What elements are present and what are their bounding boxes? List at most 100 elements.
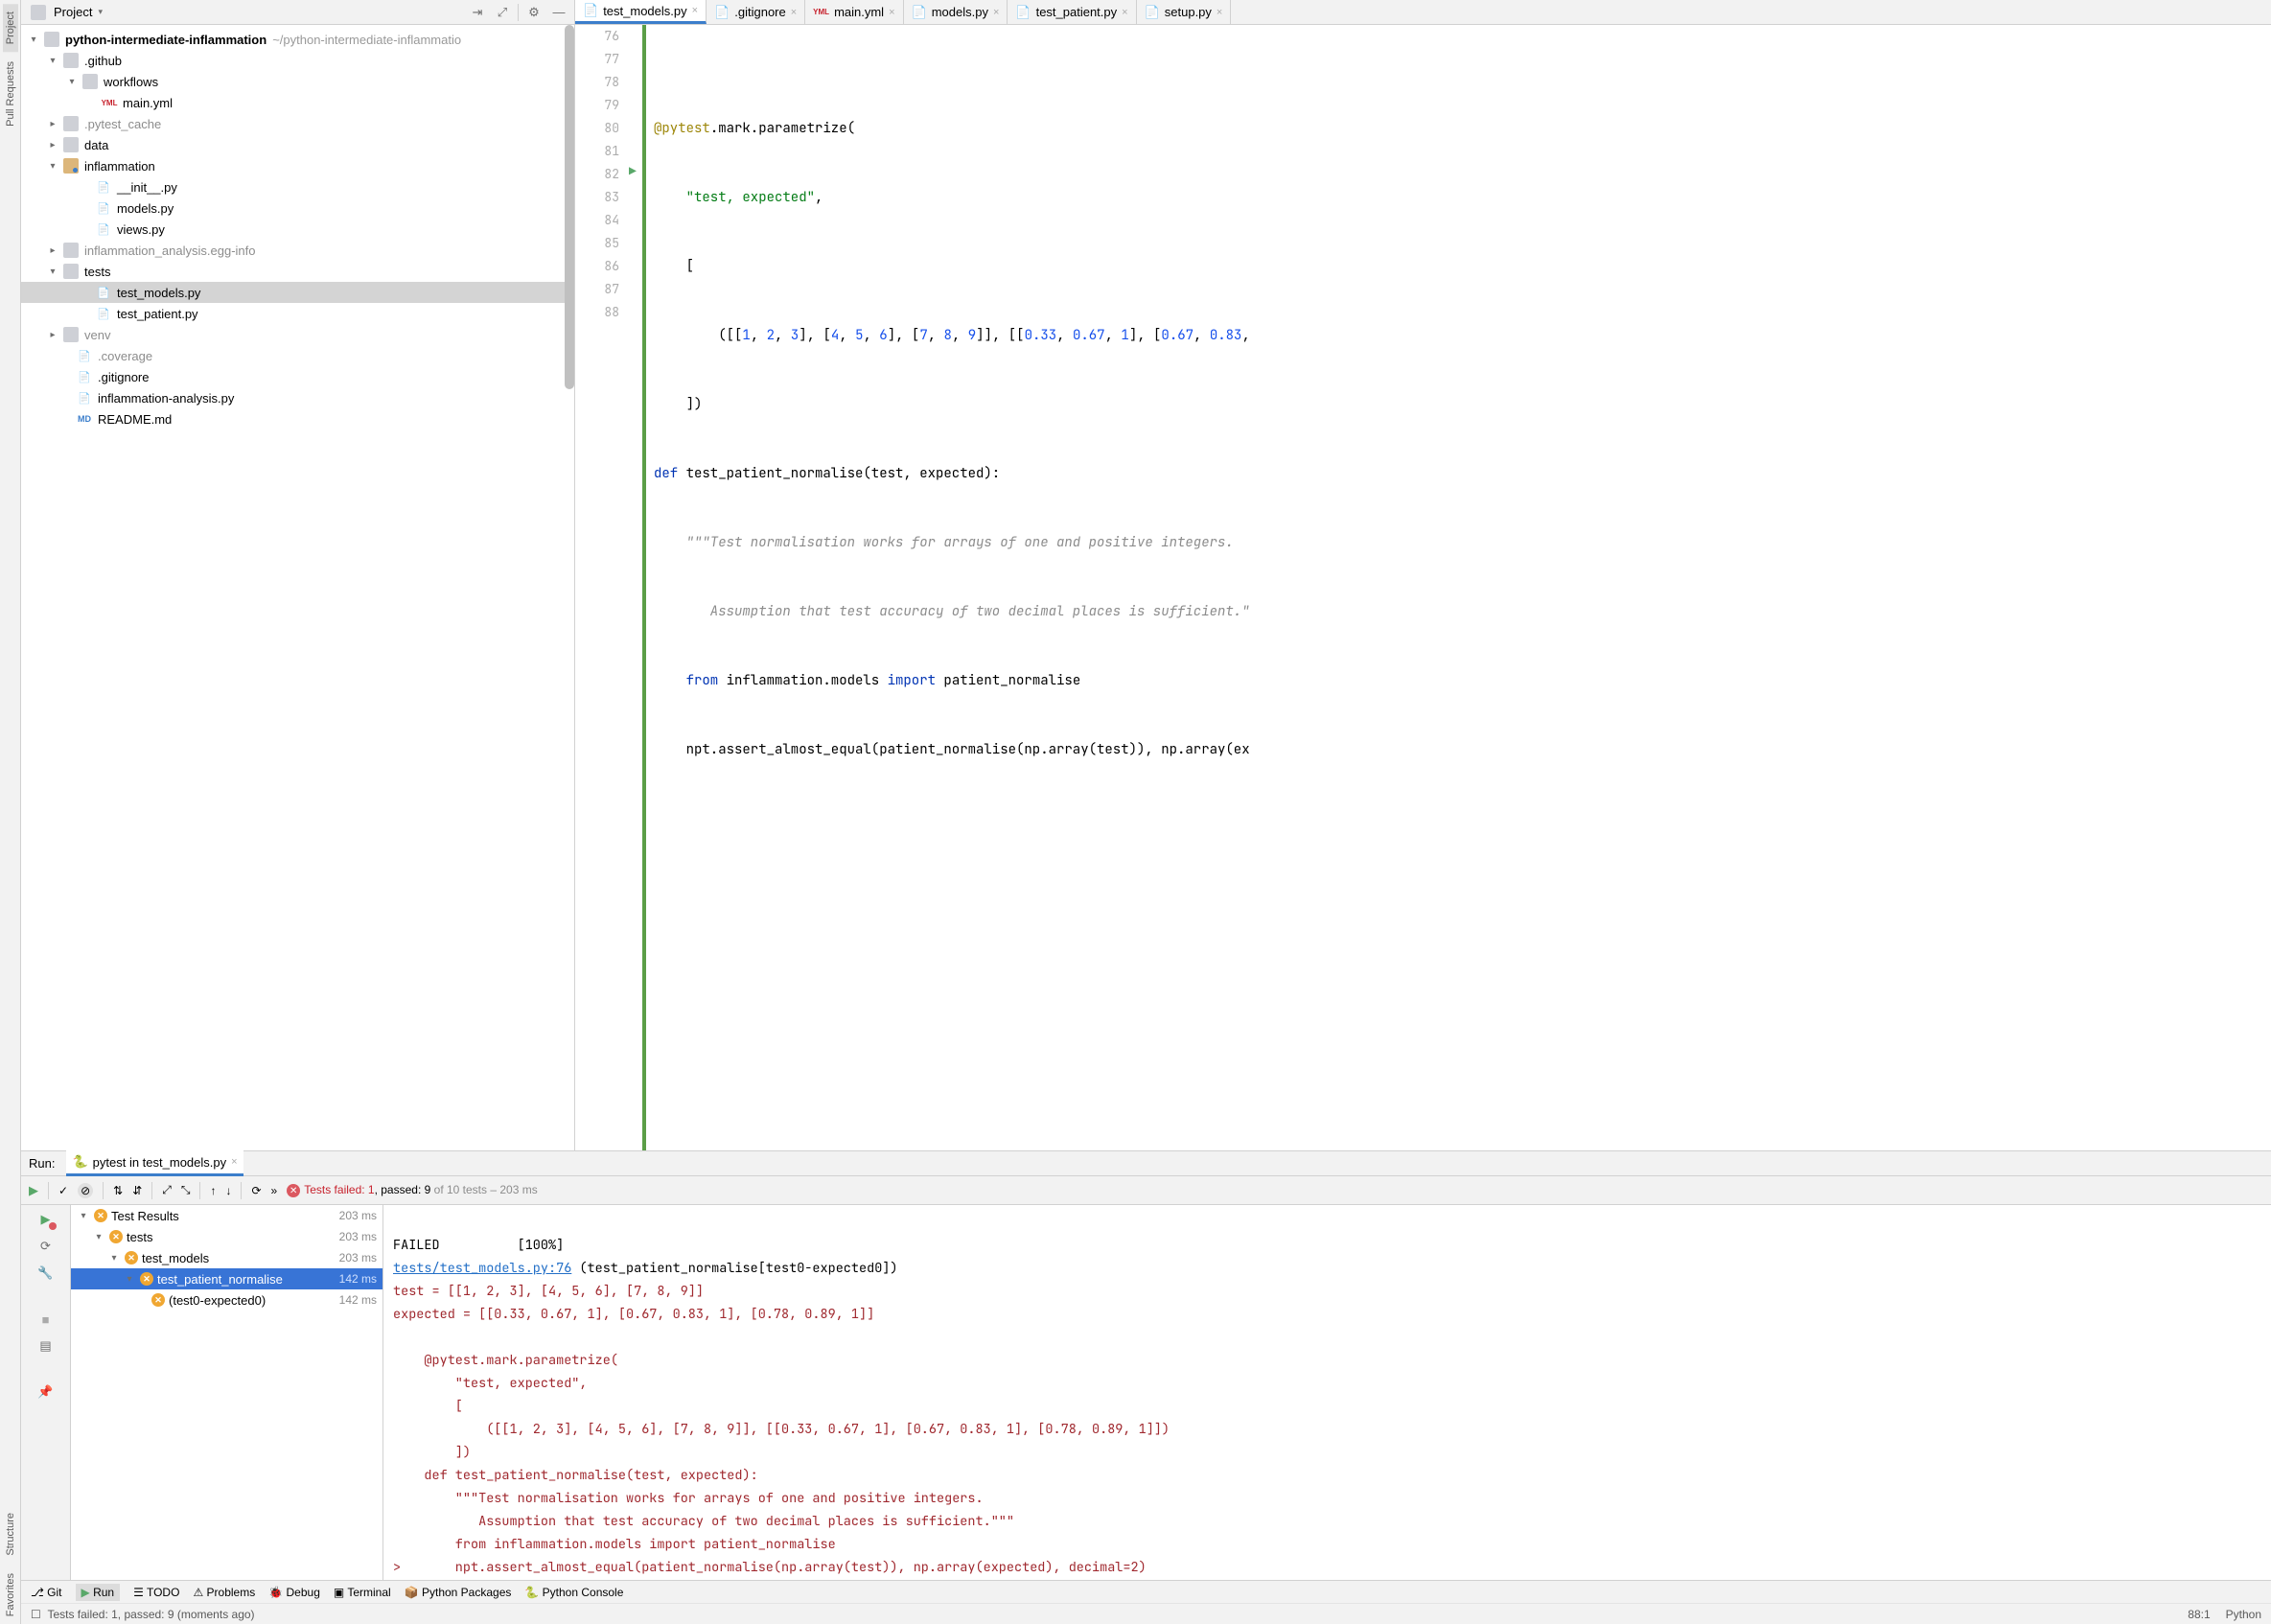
fail-status-icon: ✕ bbox=[94, 1209, 107, 1222]
tree-item[interactable]: 📄.gitignore bbox=[21, 366, 574, 387]
rerun-icon[interactable]: ▶ bbox=[29, 1183, 38, 1198]
project-icon bbox=[31, 5, 46, 20]
close-icon[interactable]: × bbox=[791, 7, 797, 18]
tree-item[interactable]: MDREADME.md bbox=[21, 408, 574, 429]
tree-item[interactable]: 📄models.py bbox=[21, 197, 574, 219]
editor-tab-test-models[interactable]: 📄test_models.py× bbox=[575, 0, 707, 24]
next-fail-icon[interactable]: ↓ bbox=[225, 1184, 231, 1197]
tree-item[interactable]: 📄test_patient.py bbox=[21, 303, 574, 324]
python-file-icon: 📄 bbox=[583, 3, 598, 18]
layout-icon[interactable]: ▤ bbox=[37, 1337, 55, 1355]
gutter-pull-requests[interactable]: Pull Requests bbox=[3, 54, 18, 134]
tree-item[interactable]: ▾.github bbox=[21, 50, 574, 71]
tree-item[interactable]: ▸venv bbox=[21, 324, 574, 345]
tree-item[interactable]: 📄.coverage bbox=[21, 345, 574, 366]
tree-item[interactable]: ▾inflammation bbox=[21, 155, 574, 176]
tree-item[interactable]: YMLmain.yml bbox=[21, 92, 574, 113]
python-file-icon: 📄 bbox=[77, 390, 92, 406]
stop-icon[interactable]: ■ bbox=[37, 1311, 55, 1328]
folder-icon bbox=[82, 74, 98, 89]
folder-icon bbox=[63, 243, 79, 258]
terminal-tool-button[interactable]: ▣ Terminal bbox=[334, 1586, 391, 1599]
scrollbar-thumb[interactable] bbox=[565, 25, 574, 389]
pytest-icon: 🐍 bbox=[72, 1154, 87, 1170]
python-file-icon: 📄 bbox=[912, 5, 927, 20]
file-lang[interactable]: Python bbox=[2226, 1608, 2261, 1621]
code-editor[interactable]: 76777879808182838485868788 ▶ @pytest.mar… bbox=[575, 25, 2271, 1150]
close-icon[interactable]: × bbox=[1217, 7, 1222, 18]
test-tree-item[interactable]: ▾✕test_models203 ms bbox=[71, 1247, 382, 1268]
python-file-icon: 📄 bbox=[96, 179, 111, 195]
debug-tool-button[interactable]: 🐞 Debug bbox=[268, 1586, 320, 1599]
close-icon[interactable]: × bbox=[231, 1156, 237, 1168]
prev-fail-icon[interactable]: ↑ bbox=[210, 1184, 216, 1197]
python-packages-tool-button[interactable]: 📦 Python Packages bbox=[405, 1586, 512, 1599]
caret-position[interactable]: 88:1 bbox=[2188, 1608, 2210, 1621]
test-console-output[interactable]: FAILED [100%] tests/test_models.py:76 (t… bbox=[383, 1205, 2271, 1580]
pin-icon[interactable]: 📌 bbox=[37, 1383, 55, 1401]
more-icon[interactable]: » bbox=[271, 1184, 278, 1197]
git-tool-button[interactable]: ⎇ Git bbox=[31, 1586, 62, 1599]
todo-tool-button[interactable]: ☰ TODO bbox=[133, 1586, 179, 1599]
expand-all-icon[interactable]: ⤢ bbox=[493, 3, 512, 22]
test-tree-item-selected[interactable]: ▾✕test_patient_normalise142 ms bbox=[71, 1268, 382, 1289]
tree-item[interactable]: ▸inflammation_analysis.egg-info bbox=[21, 240, 574, 261]
tree-item[interactable]: ▾workflows bbox=[21, 71, 574, 92]
test-result-tree[interactable]: ▾✕Test Results203 ms ▾✕tests203 ms ▾✕tes… bbox=[71, 1205, 383, 1580]
editor-tab-test-patient[interactable]: 📄test_patient.py× bbox=[1008, 0, 1136, 24]
markdown-icon: MD bbox=[77, 411, 92, 427]
select-opened-file-icon[interactable]: ⇥ bbox=[468, 3, 487, 22]
tree-item-selected[interactable]: 📄test_models.py bbox=[21, 282, 574, 303]
show-passed-icon[interactable]: ✓ bbox=[58, 1184, 68, 1197]
file-icon: 📄 bbox=[77, 369, 92, 384]
expand-icon[interactable]: ⤢ bbox=[162, 1183, 172, 1197]
gutter-project[interactable]: Project bbox=[3, 4, 18, 52]
tree-item[interactable]: 📄__init__.py bbox=[21, 176, 574, 197]
gutter-favorites[interactable]: Favorites bbox=[3, 1566, 18, 1624]
run-line-marker-icon[interactable]: ▶ bbox=[629, 163, 637, 179]
toggle-auto-icon[interactable]: ⟳ bbox=[37, 1238, 55, 1255]
wrench-icon[interactable]: 🔧 bbox=[37, 1264, 55, 1282]
project-header: Project ▾ ⇥ ⤢ ⚙ — bbox=[21, 0, 574, 25]
editor-tab-setup[interactable]: 📄setup.py× bbox=[1137, 0, 1232, 24]
tree-root[interactable]: ▾python-intermediate-inflammation~/pytho… bbox=[21, 29, 574, 50]
hide-panel-icon[interactable]: — bbox=[549, 3, 568, 22]
settings-gear-icon[interactable]: ⚙ bbox=[524, 3, 544, 22]
show-ignored-icon[interactable]: ⊘ bbox=[78, 1183, 93, 1198]
tree-item[interactable]: ▸.pytest_cache bbox=[21, 113, 574, 134]
sort-icon[interactable]: ⇅ bbox=[113, 1184, 123, 1197]
folder-icon bbox=[63, 53, 79, 68]
editor-tab-gitignore[interactable]: 📄.gitignore× bbox=[707, 0, 805, 24]
editor-tab-models[interactable]: 📄models.py× bbox=[904, 0, 1008, 24]
close-icon[interactable]: × bbox=[1122, 7, 1127, 18]
editor-tab-bar: 📄test_models.py× 📄.gitignore× YMLmain.ym… bbox=[575, 0, 2271, 25]
code-content[interactable]: @pytest.mark.parametrize( "test, expecte… bbox=[648, 25, 2271, 1150]
project-tree[interactable]: ▾python-intermediate-inflammation~/pytho… bbox=[21, 25, 574, 1150]
history-icon[interactable]: ⟳ bbox=[251, 1184, 261, 1197]
collapse-icon[interactable]: ⤡ bbox=[181, 1183, 191, 1197]
gutter-structure[interactable]: Structure bbox=[3, 1505, 18, 1564]
tree-item[interactable]: ▾tests bbox=[21, 261, 574, 282]
python-file-icon: 📄 bbox=[96, 200, 111, 216]
python-file-icon: 📄 bbox=[96, 285, 111, 300]
sort-alpha-icon[interactable]: ⇵ bbox=[132, 1184, 142, 1197]
problems-tool-button[interactable]: ⚠ Problems bbox=[193, 1586, 255, 1599]
console-link[interactable]: tests/test_models.py:76 bbox=[393, 1260, 571, 1277]
editor-tab-main-yml[interactable]: YMLmain.yml× bbox=[805, 0, 903, 24]
test-tree-item[interactable]: ▾✕tests203 ms bbox=[71, 1226, 382, 1247]
python-file-icon: 📄 bbox=[1015, 5, 1031, 20]
rerun-failed-icon[interactable]: ▶ bbox=[37, 1211, 55, 1228]
python-console-tool-button[interactable]: 🐍 Python Console bbox=[524, 1586, 623, 1599]
test-tree-item[interactable]: ✕(test0-expected0)142 ms bbox=[71, 1289, 382, 1311]
close-icon[interactable]: × bbox=[692, 5, 698, 16]
run-tool-window: Run: 🐍pytest in test_models.py× ▶ ✓ ⊘ ⇅ … bbox=[21, 1150, 2271, 1580]
run-config-tab[interactable]: 🐍pytest in test_models.py× bbox=[66, 1150, 243, 1176]
test-tree-root[interactable]: ▾✕Test Results203 ms bbox=[71, 1205, 382, 1226]
close-icon[interactable]: × bbox=[993, 7, 999, 18]
close-icon[interactable]: × bbox=[889, 7, 894, 18]
tree-item[interactable]: ▸data bbox=[21, 134, 574, 155]
project-view-selector[interactable]: Project ▾ bbox=[27, 5, 103, 20]
tree-item[interactable]: 📄inflammation-analysis.py bbox=[21, 387, 574, 408]
tree-item[interactable]: 📄views.py bbox=[21, 219, 574, 240]
run-tool-button[interactable]: ▶ Run bbox=[76, 1584, 121, 1601]
